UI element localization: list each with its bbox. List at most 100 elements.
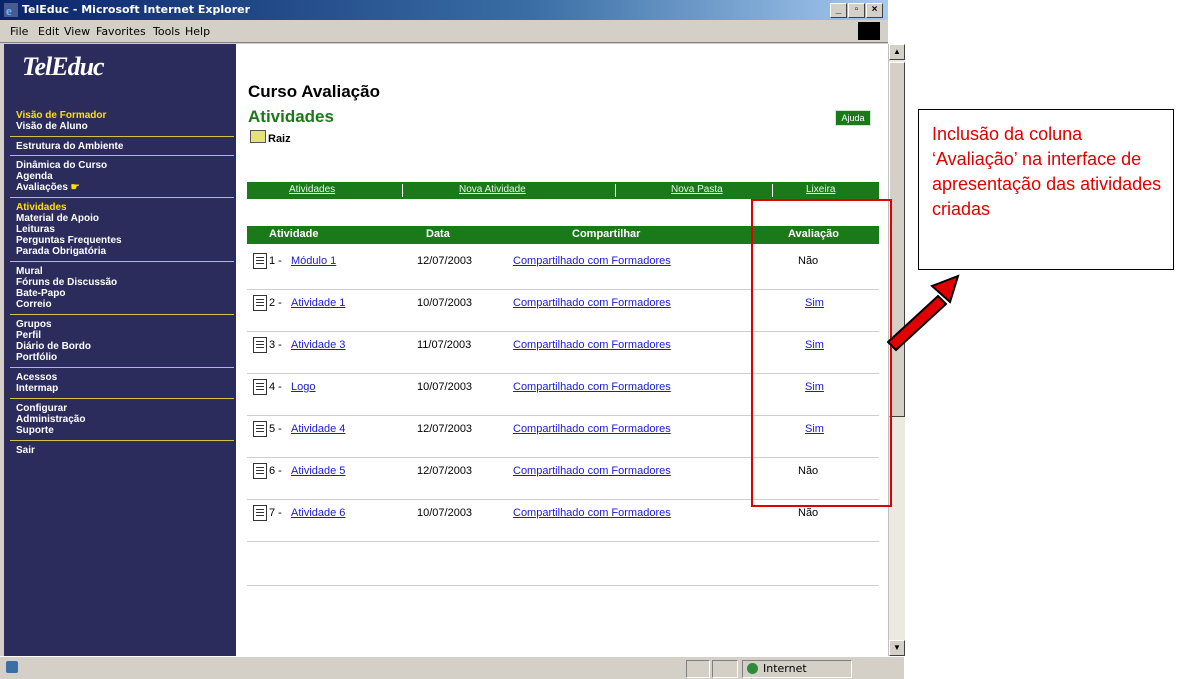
row-number: 5 - xyxy=(269,423,282,435)
activity-date: 12/07/2003 xyxy=(417,465,473,477)
globe-icon xyxy=(747,663,758,674)
menu-file[interactable]: File xyxy=(10,25,28,38)
nav-perfil[interactable]: Perfil xyxy=(16,330,231,341)
activity-link[interactable]: Atividade 3 xyxy=(291,339,345,351)
sidebar-divider xyxy=(10,136,234,137)
nav-administracao[interactable]: Administração xyxy=(16,414,231,425)
tab-atividades[interactable]: Atividades xyxy=(289,184,335,195)
tab-nova-pasta[interactable]: Nova Pasta xyxy=(671,184,723,195)
sidebar-divider xyxy=(10,155,234,156)
status-pane xyxy=(686,660,710,678)
folder-icon xyxy=(250,130,266,143)
tab-nova-atividade[interactable]: Nova Atividade xyxy=(459,184,526,195)
share-link[interactable]: Compartilhado com Formadores xyxy=(513,381,671,393)
row-number: 6 - xyxy=(269,465,282,477)
menu-tools[interactable]: Tools xyxy=(153,25,180,38)
nav-foruns[interactable]: Fóruns de Discussão xyxy=(16,277,231,288)
sidebar-divider xyxy=(10,367,234,368)
nav-perguntas-frequentes[interactable]: Perguntas Frequentes xyxy=(16,235,231,246)
annotation-callout: Inclusão da coluna ‘Avaliação’ na interf… xyxy=(918,109,1174,270)
menu-bar: File Edit View Favorites Tools Help xyxy=(0,20,888,43)
document-icon xyxy=(253,421,267,437)
nav-material-apoio[interactable]: Material de Apoio xyxy=(16,213,231,224)
security-zone: Internet xyxy=(742,660,852,678)
breadcrumb[interactable]: Raiz xyxy=(250,130,291,145)
column-header-compartilhar: Compartilhar xyxy=(572,228,641,240)
sidebar-divider xyxy=(10,440,234,441)
nav-visao-formador[interactable]: Visão de Formador xyxy=(16,110,231,121)
minimize-button[interactable]: _ xyxy=(830,3,847,18)
activity-date: 11/07/2003 xyxy=(417,339,472,351)
evaluation-value: Não xyxy=(798,507,819,519)
document-icon xyxy=(253,253,267,269)
nav-intermap[interactable]: Intermap xyxy=(16,383,231,394)
nav-sair[interactable]: Sair xyxy=(16,445,231,456)
scroll-down-button[interactable]: ▼ xyxy=(889,640,905,656)
tab-lixeira[interactable]: Lixeira xyxy=(806,184,835,195)
nav-estrutura-ambiente[interactable]: Estrutura do Ambiente xyxy=(16,141,231,152)
sidebar-divider xyxy=(10,197,234,198)
nav-leituras[interactable]: Leituras xyxy=(16,224,231,235)
tab-divider xyxy=(772,184,773,197)
activity-date: 10/07/2003 xyxy=(417,297,473,309)
sidebar: TelEduc Visão de Formador Visão de Aluno… xyxy=(4,44,236,656)
nav-mural[interactable]: Mural xyxy=(16,266,231,277)
share-link[interactable]: Compartilhado com Formadores xyxy=(513,507,671,519)
windows-logo-icon xyxy=(858,22,880,40)
nav-diario-bordo[interactable]: Diário de Bordo xyxy=(16,341,231,352)
tab-divider xyxy=(402,184,403,197)
menu-view[interactable]: View xyxy=(64,25,90,38)
share-link[interactable]: Compartilhado com Formadores xyxy=(513,465,671,477)
sidebar-divider xyxy=(10,261,234,262)
share-link[interactable]: Compartilhado com Formadores xyxy=(513,297,671,309)
window-title: TelEduc - Microsoft Internet Explorer xyxy=(22,3,251,16)
sidebar-divider xyxy=(10,314,234,315)
page-title: Atividades xyxy=(248,107,334,126)
activity-link[interactable]: Logo xyxy=(291,381,315,393)
nav-correio[interactable]: Correio xyxy=(16,299,231,310)
page-status-icon xyxy=(6,661,18,673)
security-zone-label: Internet xyxy=(763,662,807,675)
nav-agenda[interactable]: Agenda xyxy=(16,171,231,182)
share-link[interactable]: Compartilhado com Formadores xyxy=(513,255,671,267)
ie-logo-icon: e xyxy=(4,3,18,17)
nav-parada-obrigatoria[interactable]: Parada Obrigatória xyxy=(16,246,231,257)
maximize-button[interactable]: ▫ xyxy=(848,3,865,18)
pointing-hand-icon: ☛ xyxy=(70,182,80,193)
menu-favorites[interactable]: Favorites xyxy=(96,25,146,38)
share-link[interactable]: Compartilhado com Formadores xyxy=(513,339,671,351)
activity-link[interactable]: Atividade 1 xyxy=(291,297,345,309)
activity-link[interactable]: Atividade 5 xyxy=(291,465,345,477)
column-header-data: Data xyxy=(426,228,450,240)
highlight-box xyxy=(751,199,892,507)
nav-atividades[interactable]: Atividades xyxy=(16,202,231,213)
menu-edit[interactable]: Edit xyxy=(38,25,59,38)
row-number: 1 - xyxy=(269,255,282,267)
scroll-up-button[interactable]: ▲ xyxy=(889,44,905,60)
close-button[interactable]: × xyxy=(866,3,883,18)
action-bar: Atividades Nova Atividade Nova Pasta Lix… xyxy=(247,182,879,199)
activity-link[interactable]: Módulo 1 xyxy=(291,255,336,267)
nav-grupos[interactable]: Grupos xyxy=(16,319,231,330)
nav-configurar[interactable]: Configurar xyxy=(16,403,231,414)
nav-avaliacoes-label: Avaliações xyxy=(16,182,68,193)
nav-visao-aluno[interactable]: Visão de Aluno xyxy=(16,121,231,132)
annotation-text: Inclusão da coluna ‘Avaliação’ na interf… xyxy=(932,124,1162,219)
nav-suporte[interactable]: Suporte xyxy=(16,425,231,436)
arrow-shaft xyxy=(886,294,948,352)
nav-portfolio[interactable]: Portfólio xyxy=(16,352,231,363)
share-link[interactable]: Compartilhado com Formadores xyxy=(513,423,671,435)
menu-help[interactable]: Help xyxy=(185,25,210,38)
document-icon xyxy=(253,337,267,353)
nav-bate-papo[interactable]: Bate-Papo xyxy=(16,288,231,299)
teleduc-logo: TelEduc xyxy=(22,52,105,81)
activity-link[interactable]: Atividade 4 xyxy=(291,423,345,435)
help-button[interactable]: Ajuda xyxy=(835,110,871,126)
nav-dinamica-curso[interactable]: Dinâmica do Curso xyxy=(16,160,231,171)
row-number: 2 - xyxy=(269,297,282,309)
nav-acessos[interactable]: Acessos xyxy=(16,372,231,383)
nav-avaliacoes[interactable]: Avaliações ☛ xyxy=(16,182,231,193)
row-number: 4 - xyxy=(269,381,282,393)
activity-date: 10/07/2003 xyxy=(417,381,473,393)
activity-link[interactable]: Atividade 6 xyxy=(291,507,345,519)
